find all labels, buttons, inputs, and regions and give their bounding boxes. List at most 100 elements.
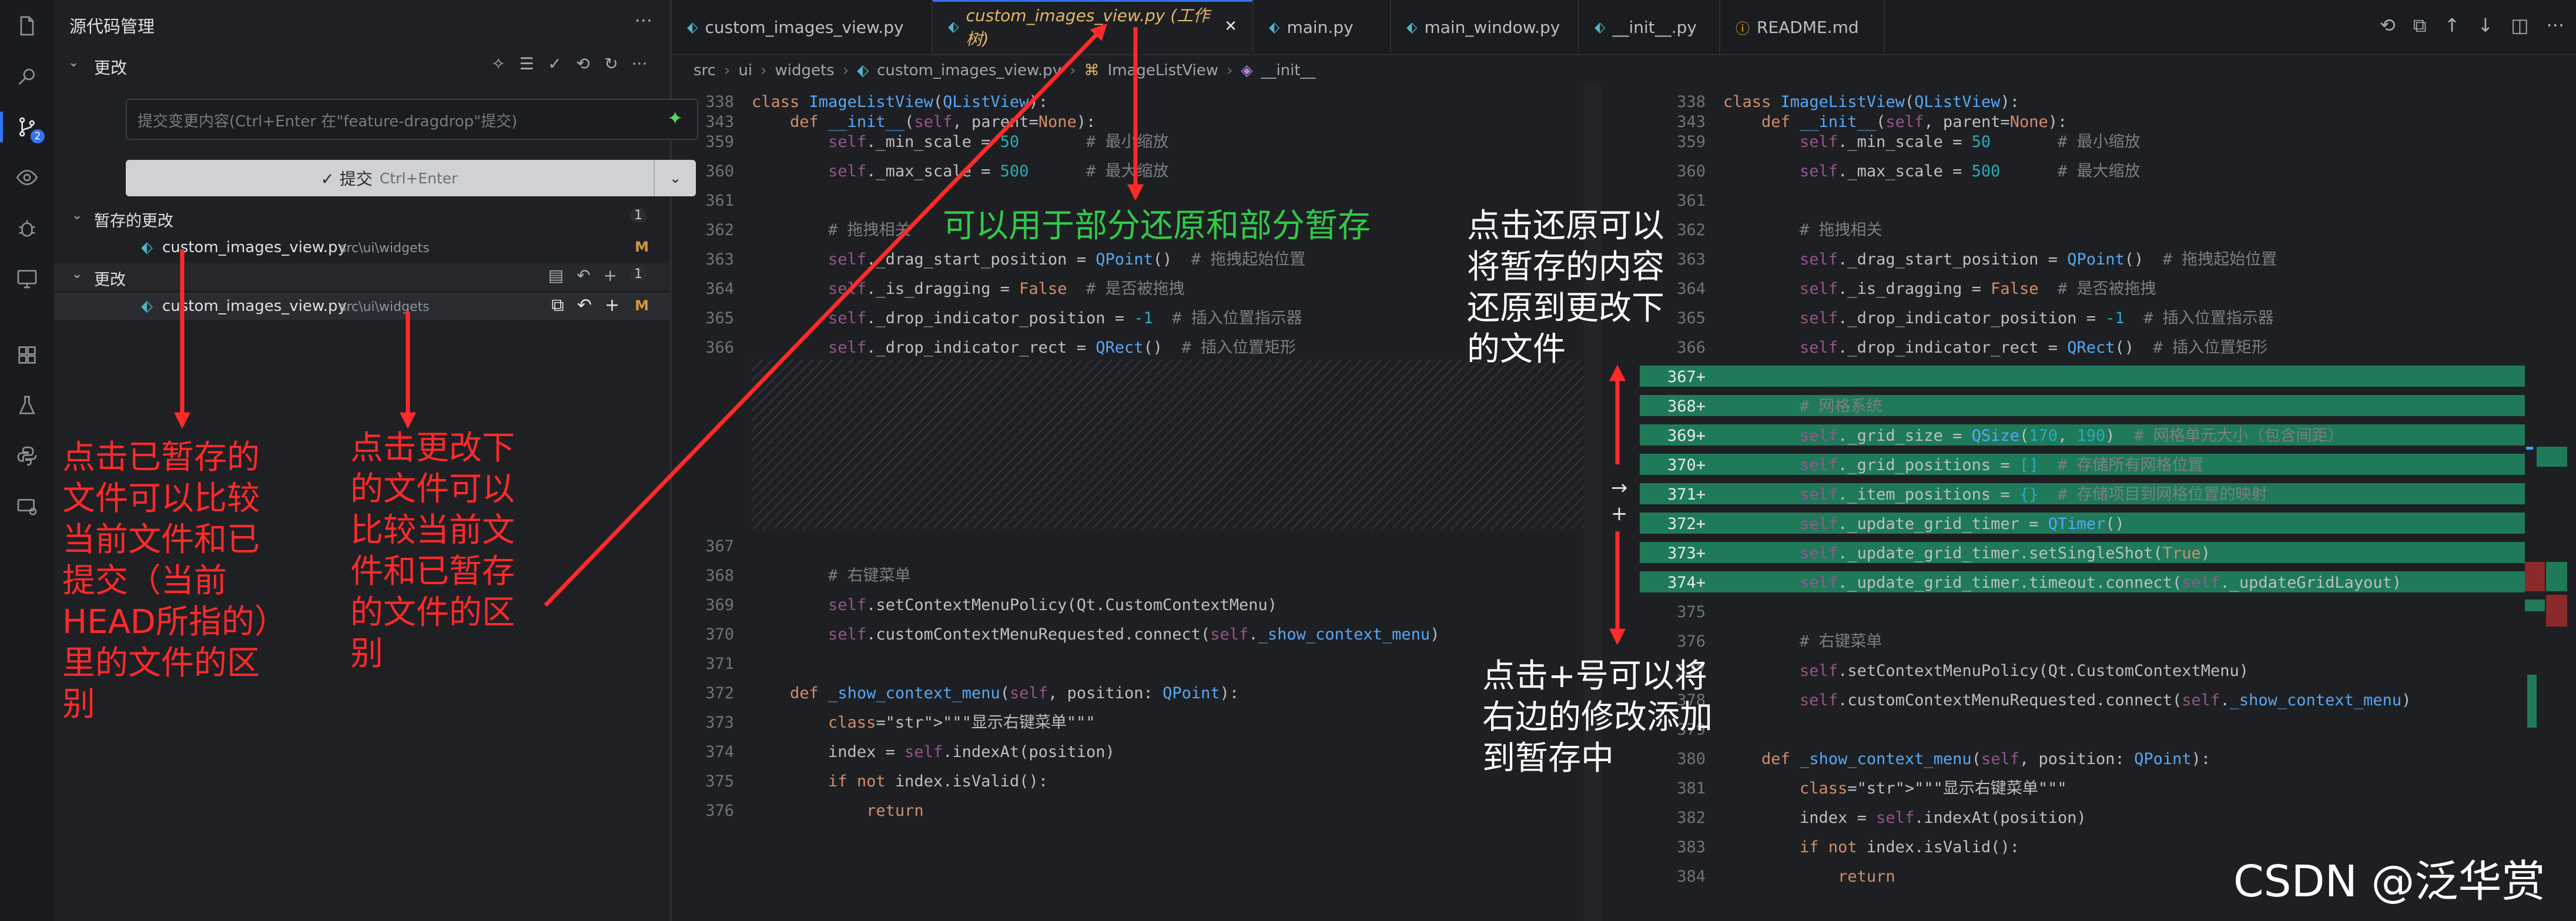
changed-file-row[interactable]: ⬖ custom_images_view.py src\ui\widgets ⧉… bbox=[54, 293, 670, 320]
more-icon[interactable]: ··· bbox=[2546, 14, 2564, 37]
source-control-icon[interactable]: 2 bbox=[0, 108, 46, 146]
code-line[interactable]: 359 self._min_scale = 50 # 最小缩放 bbox=[672, 128, 1584, 157]
more-actions-icon[interactable]: ··· bbox=[634, 9, 652, 32]
code-line[interactable]: 362 # 拖拽相关 bbox=[1640, 216, 2525, 245]
commit-button[interactable]: ✓ 提交 Ctrl+Enter bbox=[126, 160, 652, 196]
tab-main[interactable]: ⬖ main.py bbox=[1254, 0, 1391, 54]
breadcrumb-item[interactable]: ImageListView bbox=[1107, 62, 1218, 79]
code-line[interactable]: 360 self._max_scale = 500 # 最大缩放 bbox=[672, 157, 1584, 186]
debug-icon[interactable] bbox=[8, 209, 46, 247]
code-line[interactable]: 363 self._drag_start_position = QPoint()… bbox=[672, 245, 1584, 274]
history-icon[interactable]: ⟲ bbox=[572, 54, 594, 73]
code-line[interactable]: 374+ self._update_grid_timer.timeout.con… bbox=[1640, 568, 2525, 598]
revert-arrow-icon[interactable]: → bbox=[1606, 475, 1633, 501]
code-line[interactable]: 373 class="str">"""显示右键菜单""" bbox=[672, 708, 1584, 738]
code-line[interactable]: 366 self._drop_indicator_rect = QRect() … bbox=[1640, 333, 2525, 363]
code-line[interactable]: 360 self._max_scale = 500 # 最大缩放 bbox=[1640, 157, 2525, 186]
code-line[interactable]: 374 index = self.indexAt(position) bbox=[672, 738, 1584, 767]
discard-changes-icon[interactable]: ↶ bbox=[577, 295, 592, 316]
stage-plus-icon[interactable]: + bbox=[1606, 501, 1633, 527]
code-line[interactable]: 364 self._is_dragging = False # 是否被拖拽 bbox=[672, 274, 1584, 304]
code-line[interactable]: 366 self._drop_indicator_rect = QRect() … bbox=[672, 333, 1584, 363]
refresh-icon[interactable]: ↻ bbox=[601, 54, 622, 73]
code-line[interactable]: 372 def _show_context_menu(self, positio… bbox=[672, 679, 1584, 708]
sparkle-commit-icon[interactable]: ✧ bbox=[488, 54, 509, 73]
stage-all-icon[interactable]: + bbox=[604, 266, 617, 285]
remote-monitor-icon[interactable] bbox=[8, 260, 46, 297]
diff-right-pane[interactable]: 338 class ImageListView(QListView): 343 de… bbox=[1640, 85, 2525, 921]
changes-group[interactable]: ⌄ 更改 ▤ ↶ + 1 bbox=[54, 263, 670, 290]
view-as-tree-icon[interactable]: ☰ bbox=[516, 54, 537, 73]
more-icon[interactable]: ··· bbox=[629, 54, 650, 73]
staged-file-row[interactable]: ⬖ custom_images_view.py src\ui\widgets M bbox=[54, 234, 670, 261]
code-line[interactable]: 376 return bbox=[672, 796, 1584, 826]
open-file-icon[interactable]: ⧉ bbox=[551, 295, 564, 316]
code-line[interactable]: 376 # 右键菜单 bbox=[1640, 627, 2525, 657]
code-line[interactable]: 368 # 右键菜单 bbox=[672, 561, 1584, 591]
code-line[interactable]: 364 self._is_dragging = False # 是否被拖拽 bbox=[1640, 274, 2525, 304]
open-file-icon[interactable]: ⧉ bbox=[2413, 14, 2427, 37]
code-line[interactable]: 378 self.customContextMenuRequested.conn… bbox=[1640, 686, 2525, 715]
code-line[interactable]: 368+ # 网格系统 bbox=[1640, 392, 2525, 421]
testing-flask-icon[interactable] bbox=[8, 387, 46, 424]
stage-changes-icon[interactable]: + bbox=[605, 295, 619, 316]
breadcrumb-item[interactable]: custom_images_view.py bbox=[877, 62, 1061, 79]
split-editor-icon[interactable]: ◫ bbox=[2511, 14, 2528, 37]
next-change-icon[interactable]: ↓ bbox=[2477, 14, 2493, 37]
breadcrumb-item[interactable]: src bbox=[694, 62, 716, 79]
code-line[interactable]: 372+ self._update_grid_timer = QTimer() bbox=[1640, 510, 2525, 539]
python-icon[interactable] bbox=[8, 437, 46, 475]
breadcrumb-item[interactable]: widgets bbox=[775, 62, 834, 79]
code-line[interactable]: 369+ self._grid_size = QSize(170, 190) #… bbox=[1640, 421, 2525, 451]
code-line[interactable]: 373+ self._update_grid_timer.setSingleSh… bbox=[1640, 539, 2525, 568]
line-number: 364 bbox=[705, 280, 734, 298]
code-line[interactable]: 363 self._drag_start_position = QPoint()… bbox=[1640, 245, 2525, 274]
sidebar-title: 源代码管理 bbox=[69, 16, 155, 36]
code-line[interactable]: 367+ bbox=[1640, 363, 2525, 392]
previous-change-icon[interactable]: ↑ bbox=[2444, 14, 2460, 37]
minimap[interactable] bbox=[2525, 85, 2570, 921]
code-line[interactable]: 365 self._drop_indicator_position = -1 #… bbox=[1640, 304, 2525, 333]
code-line[interactable]: 370 self.customContextMenuRequested.conn… bbox=[672, 620, 1584, 649]
explorer-icon[interactable] bbox=[8, 7, 46, 45]
discard-all-icon[interactable]: ↶ bbox=[577, 266, 590, 285]
history-icon[interactable]: ⟲ bbox=[2380, 14, 2396, 37]
changes-section-header[interactable]: ⌄ 更改 ✧ ☰ ✓ ⟲ ↻ ··· bbox=[61, 54, 661, 78]
code-line[interactable]: 371+ self._item_positions = {} # 存储项目到网格… bbox=[1640, 480, 2525, 510]
code-line[interactable]: 369 self.setContextMenuPolicy(Qt.CustomC… bbox=[672, 591, 1584, 620]
line-number: 365 bbox=[705, 309, 734, 327]
breadcrumb-item[interactable]: __init__ bbox=[1261, 62, 1315, 79]
watch-eye-icon[interactable] bbox=[8, 159, 46, 196]
code-line[interactable]: 370+ self._grid_positions = [] # 存储所有网格位… bbox=[1640, 451, 2525, 480]
code-line[interactable]: 382 index = self.indexAt(position) bbox=[1640, 803, 2525, 833]
tab-init[interactable]: ⬖ __init__.py bbox=[1579, 0, 1720, 54]
open-file-icon[interactable]: ▤ bbox=[548, 266, 564, 285]
code-text: class="str">"""显示右键菜单""" bbox=[828, 714, 1096, 732]
search-icon[interactable] bbox=[8, 58, 46, 95]
code-line[interactable]: 379 bbox=[1640, 715, 2525, 745]
code-line[interactable]: 359 self._min_scale = 50 # 最小缩放 bbox=[1640, 128, 2525, 157]
remote-explorer-icon[interactable] bbox=[8, 488, 46, 525]
code-line[interactable]: 377 self.setContextMenuPolicy(Qt.CustomC… bbox=[1640, 657, 2525, 686]
python-file-icon: ⬖ bbox=[1406, 19, 1418, 35]
code-line[interactable]: 367 bbox=[672, 532, 1584, 561]
code-line[interactable]: 380 def _show_context_menu(self, positio… bbox=[1640, 745, 2525, 774]
code-line[interactable]: 361 bbox=[1640, 186, 2525, 216]
commit-check-icon[interactable]: ✓ bbox=[544, 54, 565, 73]
code-line[interactable]: 375 if not index.isValid(): bbox=[672, 767, 1584, 796]
tab-main-window[interactable]: ⬖ main_window.py bbox=[1391, 0, 1579, 54]
close-icon[interactable]: ✕ bbox=[1224, 18, 1237, 35]
commit-message-input[interactable]: 提交变更内容(Ctrl+Enter 在"feature-dragdrop"提交)… bbox=[126, 99, 698, 140]
extensions-icon[interactable] bbox=[8, 336, 46, 374]
code-line[interactable]: 371 bbox=[672, 649, 1584, 679]
code-text: self._update_grid_timer.setSingleShot(Tr… bbox=[1800, 544, 2211, 562]
code-text: self._max_scale = 500 # 最大缩放 bbox=[1800, 162, 2140, 180]
breadcrumb-item[interactable]: ui bbox=[738, 62, 752, 79]
tab-custom-images-view-worktree[interactable]: ⬖ custom_images_view.py (工作树) ✕ bbox=[933, 0, 1254, 54]
staged-changes-group[interactable]: ⌄ 暂存的更改 1 bbox=[54, 205, 670, 232]
tab-readme[interactable]: ⓘ README.md bbox=[1720, 0, 1885, 54]
code-line[interactable]: 375 bbox=[1640, 598, 2525, 627]
code-line[interactable]: 381 class="str">"""显示右键菜单""" bbox=[1640, 774, 2525, 803]
code-line[interactable]: 365 self._drop_indicator_position = -1 #… bbox=[672, 304, 1584, 333]
tab-custom-images-view[interactable]: ⬖ custom_images_view.py bbox=[672, 0, 933, 54]
